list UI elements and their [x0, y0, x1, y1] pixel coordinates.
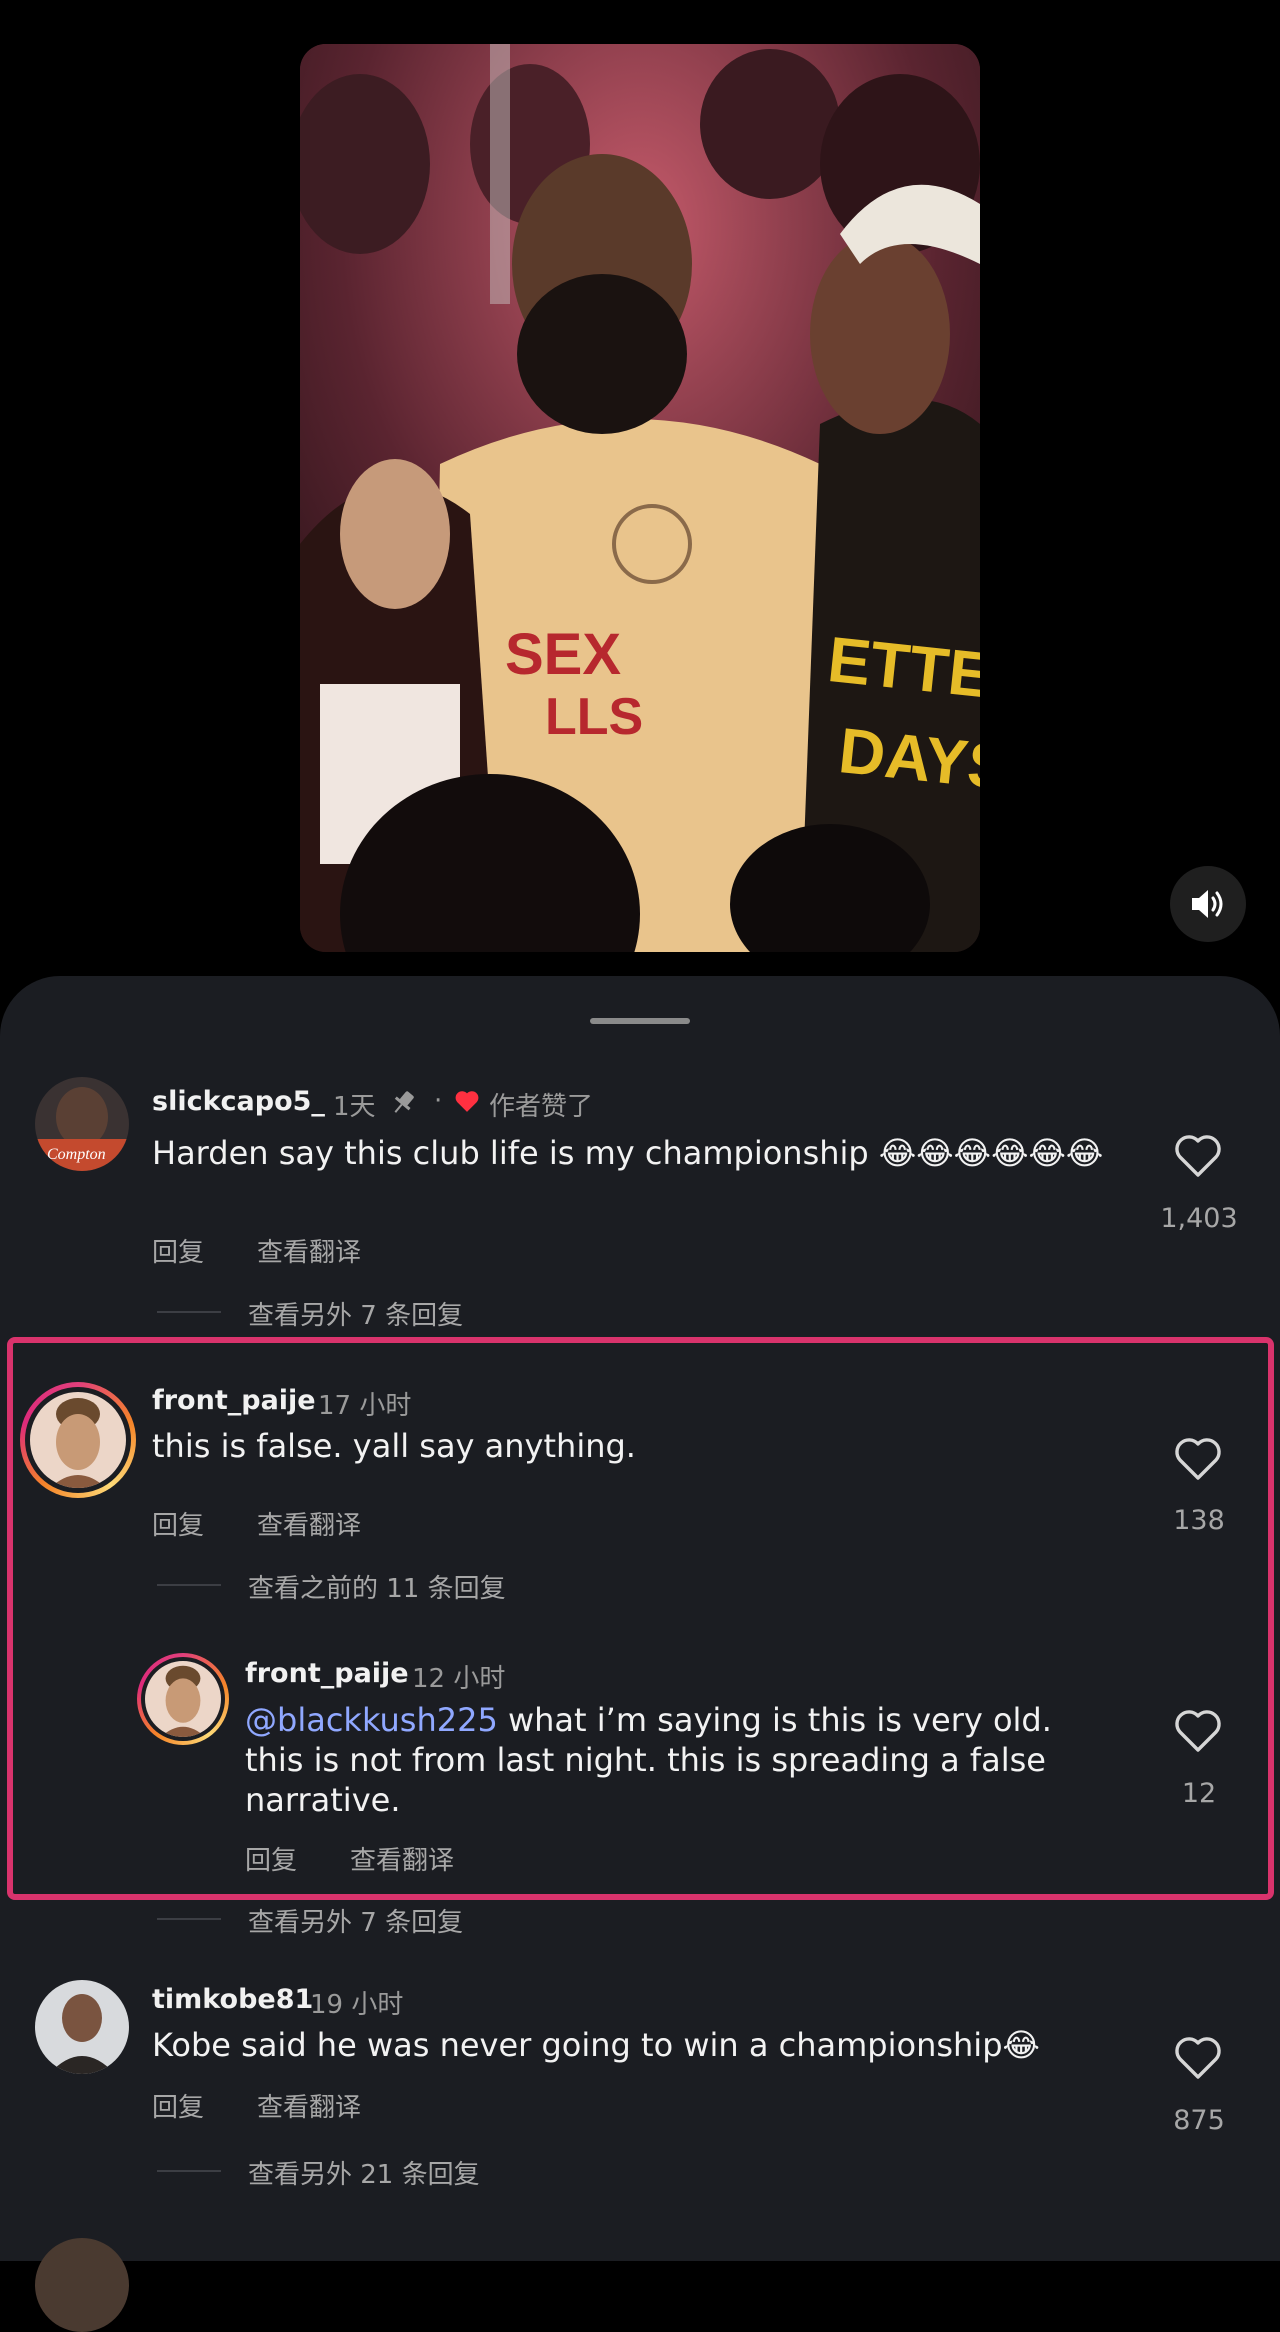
avatar[interactable] [35, 1980, 129, 2074]
comment-username[interactable]: front_paije [152, 1385, 316, 1416]
like-heart-icon[interactable] [1174, 1709, 1222, 1753]
comment-timestamp: 12 小时 [412, 1664, 506, 1694]
view-previous-replies-link[interactable]: 查看之前的 11 条回复 [248, 1568, 506, 1605]
avatar[interactable]: Compton [35, 1077, 129, 1171]
translate-button[interactable]: 查看翻译 [257, 1505, 361, 1542]
view-more-replies-link[interactable]: 查看另外 7 条回复 [248, 1902, 463, 1939]
like-count: 138 [1173, 1505, 1225, 1536]
heart-icon [455, 1091, 479, 1112]
reply-button[interactable]: 回复 [152, 1232, 204, 1269]
mention-link[interactable]: @blackkush225 [245, 1701, 498, 1739]
translate-button[interactable]: 查看翻译 [257, 2087, 361, 2124]
avatar[interactable] [30, 1392, 126, 1488]
author-liked-label: 作者赞了 [489, 1092, 594, 1122]
speaker-icon [1192, 890, 1223, 918]
video-player[interactable]: SEX LLS ETTEF DAYS [300, 44, 980, 952]
like-heart-icon[interactable] [1174, 1134, 1222, 1178]
view-more-replies-link[interactable]: 查看另外 21 条回复 [248, 2154, 480, 2191]
comment-text: this is false. yall say anything. [152, 1427, 636, 1465]
comment-text: @blackkush225 what i’m saying is this is… [245, 1700, 1105, 1820]
avatar[interactable] [35, 2238, 129, 2332]
like-count: 875 [1173, 2105, 1225, 2136]
comment-timestamp: 17 小时 [318, 1391, 412, 1421]
comment-text: Harden say this club life is my champion… [152, 1134, 1104, 1172]
like-heart-icon[interactable] [1174, 1437, 1222, 1481]
comment-username[interactable]: front_paije [245, 1658, 409, 1689]
video-thumbnail: SEX LLS ETTEF DAYS [300, 44, 980, 952]
view-more-replies-link[interactable]: 查看另外 7 条回复 [248, 1295, 463, 1332]
sheet-grabber-handle[interactable] [590, 1018, 690, 1024]
meta-separator: · [434, 1086, 443, 1116]
translate-button[interactable]: 查看翻译 [257, 1232, 361, 1269]
svg-text:Compton: Compton [47, 1146, 106, 1163]
like-heart-icon[interactable] [1174, 2036, 1222, 2080]
reply-button[interactable]: 回复 [245, 1840, 297, 1877]
svg-text:LLS: LLS [545, 688, 643, 746]
like-count: 1,403 [1160, 1203, 1238, 1234]
thread-divider [157, 1311, 221, 1313]
svg-text:SEX: SEX [505, 622, 621, 687]
thread-divider [157, 2170, 221, 2172]
comment-username[interactable]: slickcapo5_ [152, 1086, 325, 1117]
pin-icon [394, 1091, 414, 1113]
sound-toggle-button[interactable] [1170, 866, 1246, 942]
comment-timestamp: 19 小时 [310, 1990, 404, 2020]
video-area: SEX LLS ETTEF DAYS [0, 0, 1280, 985]
comment-text: Kobe said he was never going to win a ch… [152, 2026, 1040, 2064]
comment-timestamp: 1天 [333, 1092, 376, 1122]
thread-divider [157, 1918, 221, 1920]
comment-username[interactable]: timkobe81 [152, 1984, 313, 2015]
reply-button[interactable]: 回复 [152, 2087, 204, 2124]
like-count: 12 [1181, 1778, 1217, 1809]
avatar[interactable] [145, 1661, 221, 1737]
translate-button[interactable]: 查看翻译 [350, 1840, 454, 1877]
thread-divider [157, 1584, 221, 1586]
reply-button[interactable]: 回复 [152, 1505, 204, 1542]
